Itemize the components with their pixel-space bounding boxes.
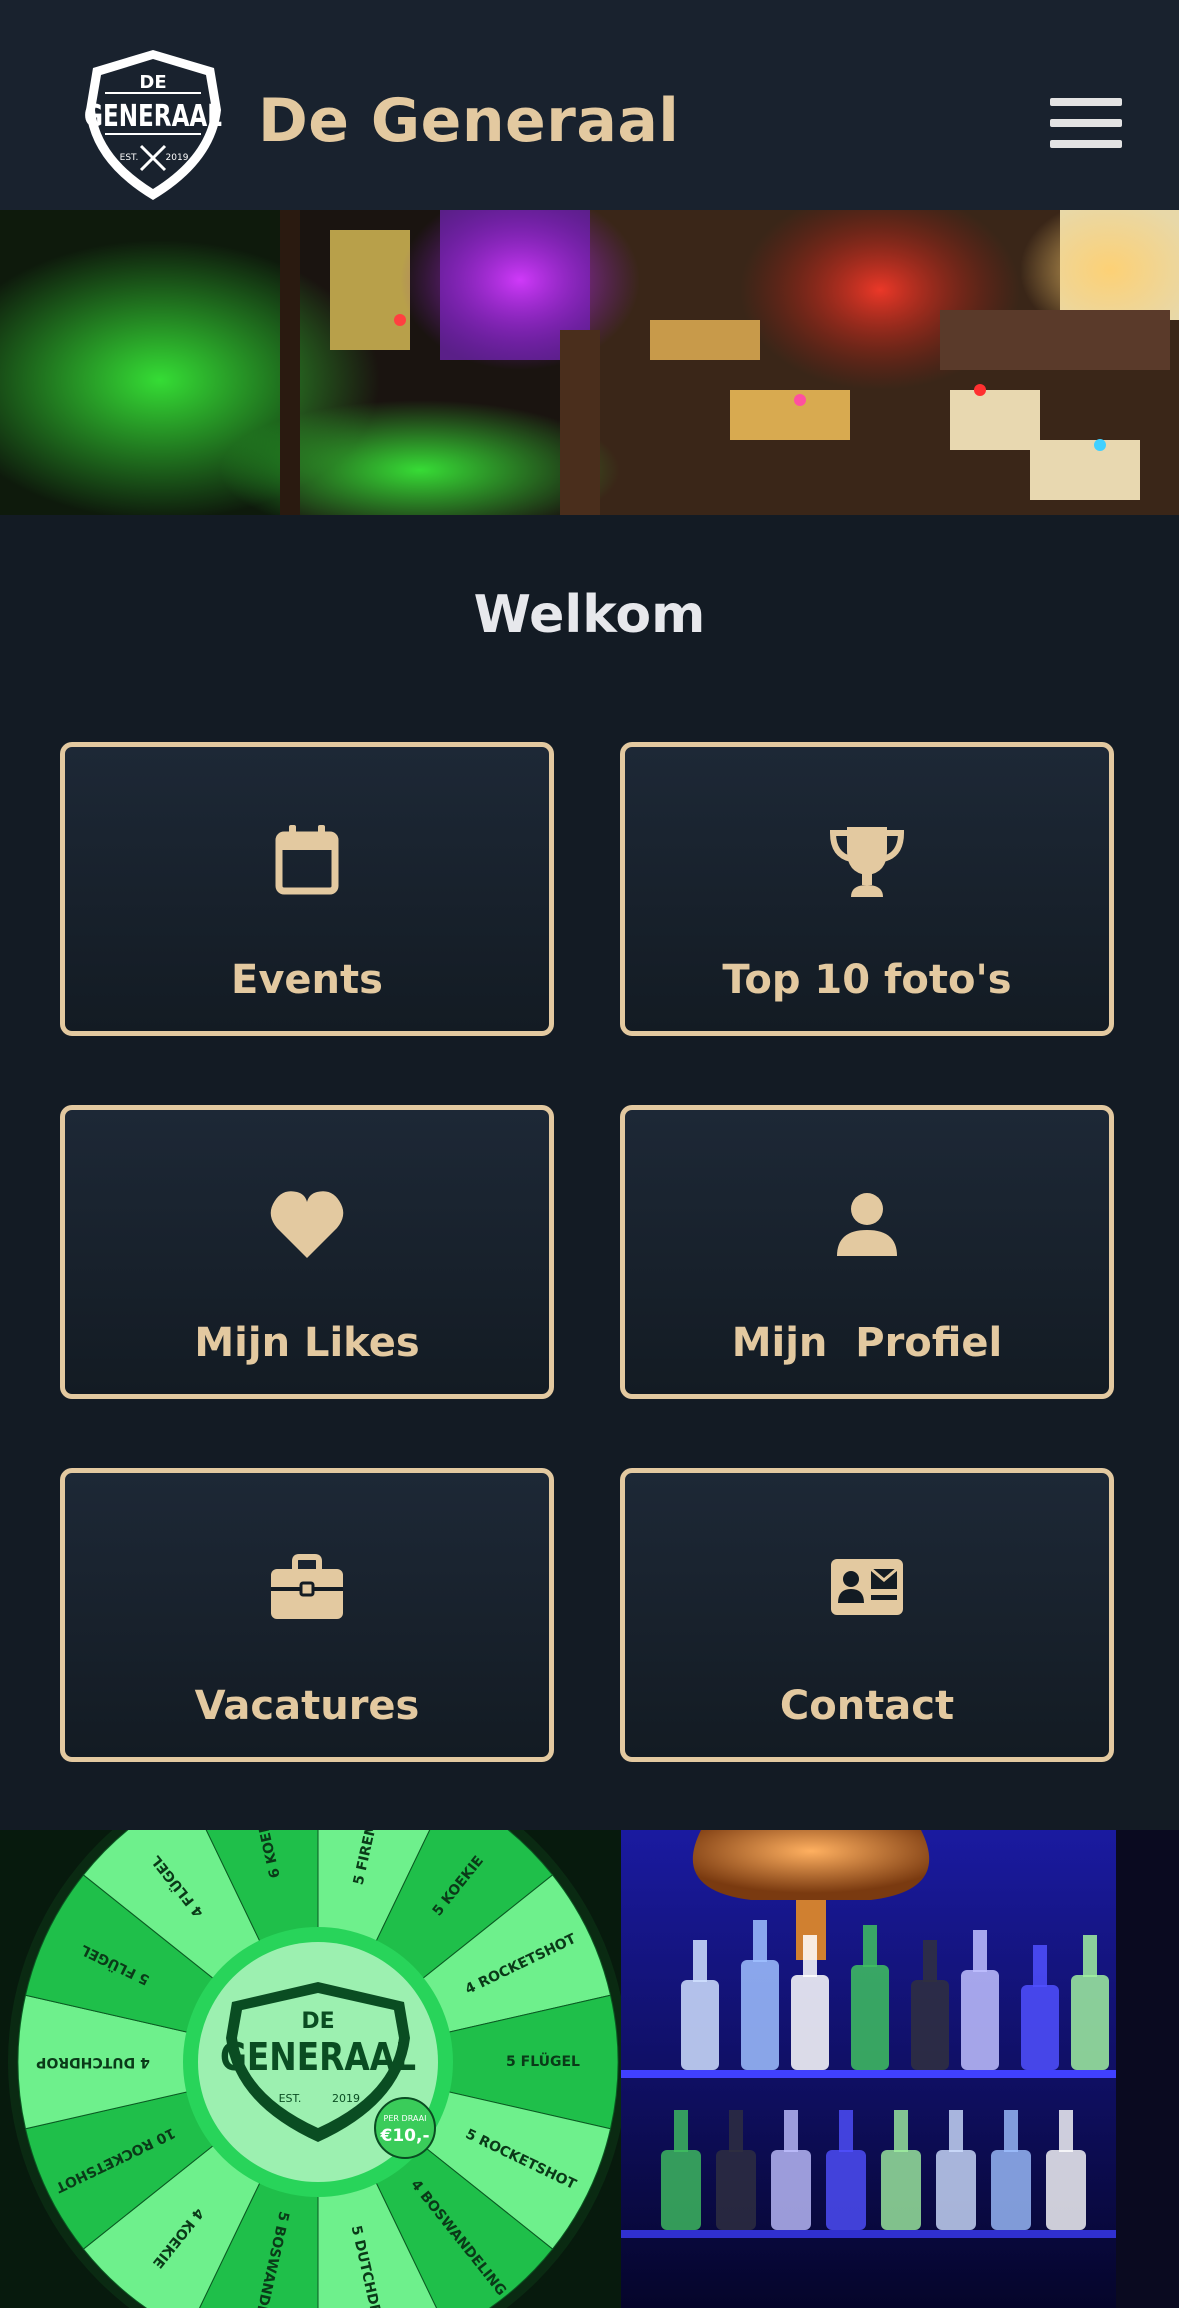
trophy-icon (829, 827, 905, 897)
top10-photos-label: Top 10 foto's (722, 957, 1012, 1003)
app-header: DE GENERAAL EST. 2019 De Generaal (0, 0, 1179, 210)
svg-text:2019: 2019 (332, 2092, 360, 2105)
contact-button[interactable]: Contact (620, 1468, 1114, 1762)
bar-shelf-photo (621, 1830, 1179, 2308)
events-label: Events (231, 957, 383, 1003)
welcome-heading: Welkom (473, 585, 706, 645)
contact-card-icon (831, 1559, 903, 1615)
svg-text:DE: DE (139, 72, 166, 93)
svg-text:PER DRAAI: PER DRAAI (384, 2114, 427, 2123)
user-icon (837, 1193, 897, 1256)
svg-text:€10,-: €10,- (380, 2126, 430, 2146)
prize-wheel-photo: 5 FIREMAN 5 KOEKIE 4 ROCKETSHOT 5 FLÜGEL 5 R… (0, 1830, 621, 2308)
bottom-gallery: 5 FIREMAN 5 KOEKIE 4 ROCKETSHOT 5 FLÜGEL 5 R… (0, 1830, 1179, 2308)
svg-text:EST.: EST. (279, 2092, 302, 2105)
my-profile-label: Mijn Profiel (731, 1320, 1003, 1366)
generaal-logo[interactable]: DE GENERAAL EST. 2019 (75, 48, 232, 205)
my-likes-label: Mijn Likes (194, 1320, 420, 1366)
briefcase-icon (271, 1554, 343, 1619)
app-title: De Generaal (258, 86, 680, 156)
vacancies-button[interactable]: Vacatures (60, 1468, 554, 1762)
wheel-segment-label: 4 DUTCHDROP (36, 2054, 150, 2070)
my-profile-button[interactable]: Mijn Profiel (620, 1105, 1114, 1399)
svg-text:DE: DE (301, 2009, 334, 2034)
heart-icon (270, 1191, 344, 1258)
svg-text:GENERAAL: GENERAAL (220, 2035, 416, 2079)
svg-text:2019: 2019 (166, 153, 189, 163)
svg-text:EST.: EST. (120, 153, 139, 163)
hero-image (0, 210, 1179, 515)
contact-label: Contact (779, 1683, 955, 1729)
my-likes-button[interactable]: Mijn Likes (60, 1105, 554, 1399)
events-button[interactable]: Events (60, 742, 554, 1036)
top10-photos-button[interactable]: Top 10 foto's (620, 742, 1114, 1036)
hamburger-menu-icon[interactable] (1050, 98, 1122, 154)
svg-text:GENERAAL: GENERAAL (84, 99, 222, 134)
calendar-icon (275, 825, 339, 895)
vacancies-label: Vacatures (194, 1683, 420, 1729)
wheel-segment-label: 5 FLÜGEL (506, 2052, 580, 2070)
